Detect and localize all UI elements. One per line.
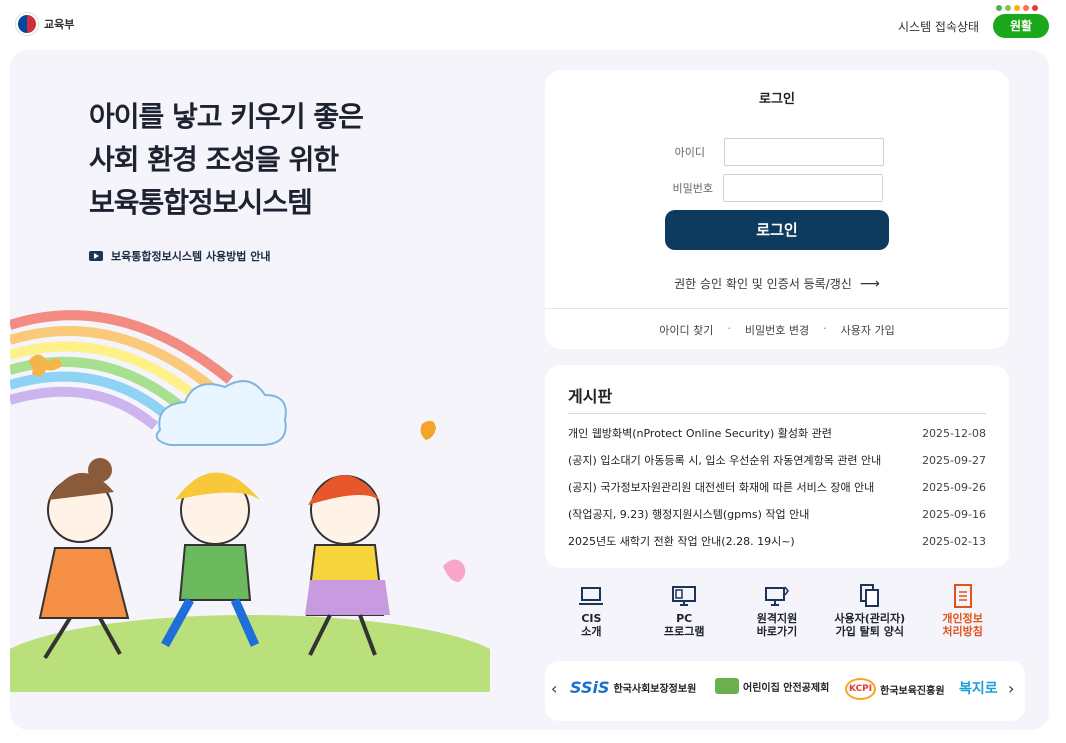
usage-guide-label: 보육통합정보시스템 사용방법 안내 xyxy=(111,250,271,263)
system-status-label: 시스템 접속상태 xyxy=(898,20,980,34)
quick-link-cis[interactable]: CIS 소개 xyxy=(545,580,638,650)
chevron-left-icon[interactable]: ‹ xyxy=(551,679,557,698)
partner-name: 어린이집 안전공제회 xyxy=(743,682,830,694)
laptop-icon xyxy=(578,580,604,612)
separator-dot: · xyxy=(823,322,827,335)
partner-name: 한국사회보장정보원 xyxy=(613,684,697,695)
document-copy-icon xyxy=(858,580,882,612)
status-dot xyxy=(1014,5,1020,11)
board-row-date: 2025-12-08 xyxy=(922,427,986,440)
chevron-right-icon[interactable]: › xyxy=(1008,679,1014,698)
hero-title-line: 아이를 낳고 키우기 좋은 xyxy=(89,100,364,133)
quick-link-label: 원격지원 바로가기 xyxy=(756,612,798,638)
butterfly xyxy=(420,420,436,440)
change-password-link[interactable]: 비밀번호 변경 xyxy=(745,322,809,338)
board-row[interactable]: (공지) 국가정보자원관리원 대전센터 화재에 따른 서비스 장애 안내 202… xyxy=(568,481,986,508)
ministry-logo[interactable]: 교육부 xyxy=(16,13,74,35)
partner-name: 한국보육진흥원 xyxy=(880,685,945,697)
system-status-badge: 원활 xyxy=(993,14,1049,38)
board-row-date: 2025-02-13 xyxy=(922,535,986,548)
partner-banner: ‹ SSiS 한국사회보장정보원 어린이집 안전공제회 KCPI 한국보육진흥원… xyxy=(545,661,1025,721)
arrow-right-icon: ⟶ xyxy=(859,276,880,292)
board-row-date: 2025-09-26 xyxy=(922,481,986,494)
board-row-title: (공지) 국가정보자원관리원 대전센터 화재에 따른 서비스 장애 안내 xyxy=(568,481,875,494)
divider xyxy=(568,413,986,414)
notice-board: 게시판 개인 웹방화벽(nProtect Online Security) 활성… xyxy=(545,365,1009,568)
usage-guide-link[interactable]: 보육통합정보시스템 사용방법 안내 xyxy=(89,248,270,264)
board-list: 개인 웹방화벽(nProtect Online Security) 활성화 관련… xyxy=(568,427,986,562)
quick-link-pc-program[interactable]: PC 프로그램 xyxy=(638,580,731,650)
find-id-link[interactable]: 아이디 찾기 xyxy=(659,322,713,338)
divider xyxy=(545,308,1009,309)
quick-link-privacy-policy[interactable]: 개인정보 처리방침 xyxy=(916,580,1009,650)
partner-childcare-safety[interactable]: 어린이집 안전공제회 xyxy=(715,678,829,694)
desktop-icon xyxy=(671,580,697,612)
partner-kcpi[interactable]: KCPI 한국보육진흥원 xyxy=(845,678,945,700)
separator-dot: · xyxy=(727,322,731,335)
board-row[interactable]: (작업공지, 9.23) 행정지원시스템(gpms) 작업 안내 2025-09… xyxy=(568,508,986,535)
remote-support-icon xyxy=(764,580,790,612)
id-input[interactable] xyxy=(724,138,884,166)
board-row-title: (공지) 입소대기 아동등록 시, 입소 우선순위 자동연계항목 관련 안내 xyxy=(568,454,882,467)
board-row-title: 개인 웹방화벽(nProtect Online Security) 활성화 관련 xyxy=(568,427,832,440)
password-input[interactable] xyxy=(723,174,883,202)
bokjiro-logo-mark: 복지로 xyxy=(959,681,998,697)
login-card: 로그인 아이디 비밀번호 로그인 권한 승인 확인 및 인증서 등록/갱신 ⟶ 아… xyxy=(545,70,1009,349)
status-dot xyxy=(996,5,1002,11)
status-indicator-dots xyxy=(996,5,1038,11)
hero-title: 아이를 낳고 키우기 좋은 사회 환경 조성을 위한 보육통합정보시스템 xyxy=(89,95,364,224)
board-row-title: (작업공지, 9.23) 행정지원시스템(gpms) 작업 안내 xyxy=(568,508,810,521)
quick-link-label: 사용자(관리자) 가입 탈퇴 양식 xyxy=(834,612,906,638)
password-label: 비밀번호 xyxy=(672,182,713,195)
quick-link-remote-support[interactable]: 원격지원 바로가기 xyxy=(731,580,824,650)
childcare-safety-logo-icon xyxy=(715,678,739,694)
certificate-register-link[interactable]: 권한 승인 확인 및 인증서 등록/갱신 ⟶ xyxy=(545,275,1009,292)
account-links: 아이디 찾기 · 비밀번호 변경 · 사용자 가입 xyxy=(545,322,1009,338)
taegeuk-logo-icon xyxy=(16,13,38,35)
quick-link-label: PC 프로그램 xyxy=(663,612,705,638)
board-row-date: 2025-09-27 xyxy=(922,454,986,467)
status-dot xyxy=(1023,5,1029,11)
status-dot xyxy=(1032,5,1038,11)
quick-links: CIS 소개 PC 프로그램 원격지원 바로가기 사용자(관리자) 가입 탈퇴 … xyxy=(545,580,1009,650)
board-row[interactable]: 2025년도 새학기 전환 작업 안내(2.28. 19시~) 2025-02-… xyxy=(568,535,986,562)
hero-title-line: 보육통합정보시스템 xyxy=(89,186,313,219)
kcpi-logo-mark: KCPI xyxy=(845,678,877,700)
logo-text: 교육부 xyxy=(44,18,75,31)
children-rainbow-illustration xyxy=(10,310,490,692)
quick-link-signup-form[interactable]: 사용자(관리자) 가입 탈퇴 양식 xyxy=(823,580,916,650)
login-title: 로그인 xyxy=(759,92,795,107)
board-title: 게시판 xyxy=(568,387,613,406)
video-play-icon xyxy=(89,251,103,261)
board-row-date: 2025-09-16 xyxy=(922,508,986,521)
hero-title-line: 사회 환경 조성을 위한 xyxy=(89,143,339,176)
privacy-document-icon xyxy=(952,580,974,612)
butterfly xyxy=(443,559,466,582)
id-label: 아이디 xyxy=(674,146,705,159)
cloud xyxy=(155,380,287,446)
board-row-title: 2025년도 새학기 전환 작업 안내(2.28. 19시~) xyxy=(568,535,795,548)
quick-link-label: 개인정보 처리방침 xyxy=(942,612,983,638)
quick-link-label: CIS 소개 xyxy=(581,612,602,638)
board-row[interactable]: (공지) 입소대기 아동등록 시, 입소 우선순위 자동연계항목 관련 안내 2… xyxy=(568,454,986,481)
board-row[interactable]: 개인 웹방화벽(nProtect Online Security) 활성화 관련… xyxy=(568,427,986,454)
header: 교육부 시스템 접속상태 원활 xyxy=(0,0,1066,50)
partner-bokjiro[interactable]: 복지로 xyxy=(959,678,1002,698)
partner-ssis[interactable]: SSiS 한국사회보장정보원 xyxy=(570,678,696,697)
ssis-logo-mark: SSiS xyxy=(570,678,610,697)
certificate-register-label: 권한 승인 확인 및 인증서 등록/갱신 xyxy=(674,277,852,291)
login-button[interactable]: 로그인 xyxy=(665,210,889,250)
signup-link[interactable]: 사용자 가입 xyxy=(841,322,895,338)
status-dot xyxy=(1005,5,1011,11)
